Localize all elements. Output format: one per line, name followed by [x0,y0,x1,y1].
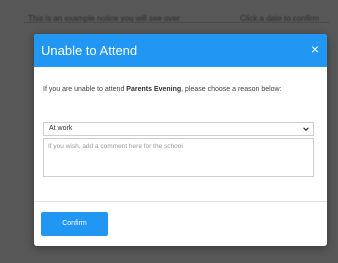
dialog-title: Unable to Attend [41,43,138,58]
dialog-header: Unable to Attend × [34,34,327,67]
reason-select[interactable]: At work [43,122,314,136]
event-name: Parents Evening [126,86,182,93]
intro-text-start: If you are unable to attend [43,86,127,93]
unable-to-attend-dialog: Unable to Attend × If you are unable to … [34,34,327,246]
intro-text-end: , please choose a reason below: [181,86,282,93]
comment-textarea[interactable]: If you wish, add a comment here for the … [43,138,314,177]
confirm-button[interactable]: Confirm [41,212,108,236]
dialog-intro-text: If you are unable to attend Parents Even… [43,84,311,96]
comment-placeholder: If you wish, add a comment here for the … [48,143,183,150]
close-icon[interactable]: × [311,42,319,56]
reason-select-value: At work [49,125,73,132]
chevron-down-icon [303,127,309,132]
dialog-footer-divider [34,201,327,202]
backdrop-divider [24,22,330,23]
